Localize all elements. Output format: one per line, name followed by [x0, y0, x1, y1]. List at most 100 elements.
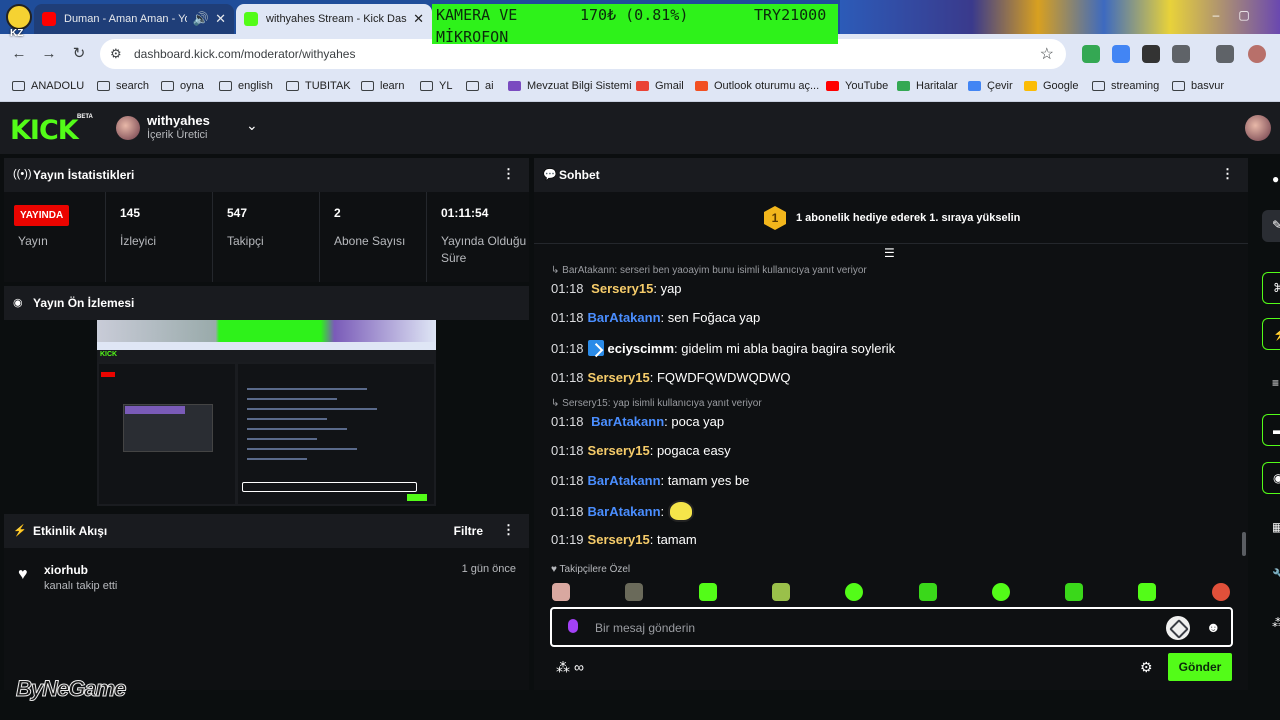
message-time: 01:18 — [551, 473, 584, 488]
filter-button[interactable]: Filtre — [454, 524, 483, 538]
emote-icon[interactable] — [1212, 583, 1230, 601]
close-tab-icon[interactable]: ✕ — [215, 11, 226, 27]
emoji-icon[interactable]: ☻ — [1206, 619, 1221, 635]
extensions-puzzle-icon[interactable] — [1172, 45, 1190, 63]
rail-tool-button[interactable]: ⚡ — [1262, 318, 1280, 350]
folder-icon — [12, 81, 25, 91]
list-icon: ≡ — [1272, 376, 1280, 390]
bookmark-item[interactable]: ai — [466, 80, 494, 92]
emote-icon[interactable] — [772, 583, 790, 601]
preview-chat-input — [242, 482, 417, 492]
more-options-icon[interactable]: ⋮ — [1221, 166, 1234, 182]
stat-value: 547 — [227, 206, 248, 220]
rail-tool-button[interactable]: ◉ — [1262, 462, 1280, 494]
bookmark-item[interactable]: streaming — [1092, 80, 1159, 92]
message-username[interactable]: BarAtakann — [588, 310, 661, 325]
bookmark-label: oyna — [180, 80, 204, 92]
rail-tool-button[interactable]: ≡ — [1262, 368, 1280, 400]
send-button[interactable]: Gönder — [1168, 653, 1232, 681]
maximize-button[interactable]: ▢ — [1234, 8, 1254, 22]
channel-role: İçerik Üretici — [147, 129, 208, 141]
message-username[interactable]: BarAtakann — [588, 473, 661, 488]
extension-search-icon[interactable] — [1112, 45, 1130, 63]
overlay-face-icon — [6, 4, 32, 30]
preview-chat-line — [247, 448, 357, 450]
message-username[interactable]: Sersery15 — [588, 370, 650, 385]
bookmark-item[interactable]: YouTube — [826, 80, 888, 92]
emote-icon[interactable] — [552, 583, 570, 601]
bookmark-item[interactable]: search — [97, 80, 149, 92]
extension-shield-icon[interactable] — [1082, 45, 1100, 63]
reply-text: Sersery15: yap isimli kullanıcıya yanıt … — [562, 398, 762, 409]
forward-button[interactable]: → — [38, 43, 60, 65]
message-username[interactable]: eciyscimm — [608, 341, 675, 356]
emote-icon[interactable] — [625, 583, 643, 601]
kick-logo[interactable]: KICK — [10, 115, 79, 146]
preview-thumbnail: KICK — [97, 320, 436, 506]
bookmark-item[interactable]: Gmail — [636, 80, 684, 92]
bookmark-item[interactable]: ANADOLU — [12, 80, 84, 92]
minimize-button[interactable]: – — [1206, 8, 1226, 22]
emote-icon[interactable] — [845, 583, 863, 601]
more-options-icon[interactable]: ⋮ — [502, 522, 515, 538]
close-tab-icon[interactable]: ✕ — [413, 11, 424, 27]
url-text[interactable]: dashboard.kick.com/moderator/withyahes — [134, 47, 355, 61]
bookmark-item[interactable]: Outlook oturumu aç... — [695, 80, 819, 92]
profile-avatar[interactable] — [1248, 45, 1266, 63]
stat-label: Takipçi — [227, 234, 264, 248]
rail-edit-button[interactable]: ✎ — [1262, 210, 1280, 242]
infinity-icon[interactable]: ∞ — [574, 659, 584, 675]
pinned-chevron-icon[interactable]: ☰ — [884, 246, 895, 260]
emote-icon[interactable] — [992, 583, 1010, 601]
bookmark-item[interactable]: Çevir — [968, 80, 1013, 92]
emote-icon[interactable] — [1138, 583, 1156, 601]
grid-icon: ▦ — [1272, 520, 1280, 534]
points-icon[interactable]: ⁂ — [556, 659, 570, 676]
chevron-down-icon[interactable]: ⌄ — [246, 117, 258, 134]
activity-username[interactable]: xiorhub — [44, 563, 88, 577]
more-options-icon[interactable]: ⋮ — [502, 166, 515, 182]
emote-icon[interactable] — [919, 583, 937, 601]
bookmark-star-icon[interactable]: ☆ — [1040, 44, 1054, 64]
rail-tool-button[interactable]: ⌘ — [1262, 272, 1280, 304]
extension-icon[interactable] — [1142, 45, 1160, 63]
preview-chat-line — [247, 418, 327, 420]
microphone-icon[interactable] — [568, 619, 578, 633]
bookmark-item[interactable]: TUBITAK — [286, 80, 351, 92]
chat-scrollbar[interactable] — [1242, 532, 1246, 556]
media-control-icon[interactable] — [1216, 45, 1234, 63]
rail-tool-button[interactable]: ▦ — [1262, 512, 1280, 544]
browser-tab-kick[interactable]: withyahes Stream - Kick Dashb ✕ — [236, 4, 432, 34]
bookmark-item[interactable]: basvur — [1172, 80, 1224, 92]
message-username[interactable]: BarAtakann — [588, 504, 661, 519]
site-info-icon[interactable]: ⚙ — [110, 46, 122, 62]
reload-button[interactable]: ↻ — [68, 43, 90, 65]
emote-icon[interactable] — [1065, 583, 1083, 601]
gear-icon[interactable]: ⚙ — [1140, 659, 1153, 676]
stream-preview[interactable]: KICK — [4, 320, 529, 508]
message-username[interactable]: Sersery15 — [588, 532, 650, 547]
message-username[interactable]: Sersery15 — [591, 281, 653, 296]
preview-header — [97, 350, 436, 362]
gift-sub-banner[interactable]: 1 1 abonelik hediye ederek 1. sıraya yük… — [534, 192, 1248, 244]
kick-emote-icon[interactable] — [1166, 616, 1190, 640]
browser-tab-youtube[interactable]: Duman - Aman Aman - You 🔊 ✕ — [34, 4, 234, 34]
message-username[interactable]: Sersery15 — [588, 443, 650, 458]
bookmark-item[interactable]: learn — [361, 80, 404, 92]
bookmark-item[interactable]: english — [219, 80, 273, 92]
chat-message-input[interactable]: Bir mesaj gönderin ☻ — [550, 607, 1233, 647]
bookmark-item[interactable]: Google — [1024, 80, 1078, 92]
emote-icon[interactable] — [699, 583, 717, 601]
rail-tool-button[interactable]: ⁂ — [1262, 608, 1280, 640]
bookmark-item[interactable]: oyna — [161, 80, 204, 92]
message-username[interactable]: BarAtakann — [591, 414, 664, 429]
user-avatar[interactable] — [1245, 115, 1271, 141]
bookmark-item[interactable]: Mevzuat Bilgi Sistemi — [508, 80, 632, 92]
rail-info-button[interactable]: ● — [1262, 164, 1280, 196]
speaker-icon[interactable]: 🔊 — [193, 11, 209, 27]
rail-tool-button[interactable]: 🔧 — [1262, 560, 1280, 592]
back-button[interactable]: ← — [8, 43, 30, 65]
rail-tool-button[interactable]: ▬ — [1262, 414, 1280, 446]
bookmark-item[interactable]: Haritalar — [897, 80, 958, 92]
bookmark-item[interactable]: YL — [420, 80, 452, 92]
